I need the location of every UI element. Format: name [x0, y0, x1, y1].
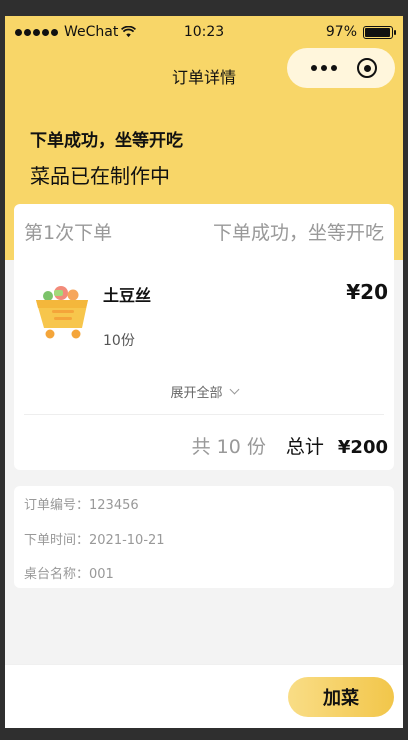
chevron-down-icon [229, 384, 239, 395]
order-card: 第1次下单 下单成功，坐等开吃 土豆丝 10份 ¥20 展开全部 共 10 份 … [14, 204, 394, 470]
total-count: 共 10 份 [191, 436, 266, 458]
order-status-subtitle: 菜品已在制作中 [30, 164, 170, 188]
order-batch-status: 下单成功，坐等开吃 [212, 222, 384, 244]
battery-fill [365, 27, 391, 37]
target-circle-icon[interactable] [357, 58, 377, 78]
dish-quantity: 10份 [103, 333, 135, 349]
mini-program-capsule [287, 48, 395, 88]
order-batch-label: 第1次下单 [24, 222, 113, 244]
total-label: 总计 [285, 436, 324, 458]
battery-percent: 97% [325, 24, 357, 40]
divider [24, 414, 384, 415]
shopping-cart-icon [36, 286, 88, 339]
battery-icon [363, 25, 396, 39]
expand-all-label: 展开全部 [170, 386, 223, 401]
dish-price: ¥20 [346, 280, 388, 304]
total-value: ¥200 [337, 437, 388, 458]
order-card-header: 第1次下单 下单成功，坐等开吃 [24, 218, 384, 248]
dish-name: 土豆丝 [103, 286, 152, 305]
add-dish-button[interactable]: 加菜 [288, 677, 394, 717]
order-number: 订单编号：123456 [24, 498, 139, 513]
table-name: 桌台名称：001 [24, 567, 114, 582]
expand-all-link[interactable]: 展开全部 [14, 382, 394, 401]
bottom-bar: 加菜 [5, 664, 403, 728]
status-bar: WeChat 10:23 97% [5, 16, 403, 48]
status-right: 97% [325, 24, 396, 40]
more-dots-icon[interactable] [311, 65, 337, 71]
order-status-title: 下单成功，坐等开吃 [30, 131, 183, 151]
phone-screen: WeChat 10:23 97% 订单详情 下单成功，坐等开吃 菜品已在制作中 … [5, 16, 403, 728]
order-info-card: 订单编号：123456 下单时间：2021-10-21 桌台名称：001 [14, 486, 394, 588]
order-time: 下单时间：2021-10-21 [24, 533, 165, 548]
order-total-row: 共 10 份 总计 ¥200 [192, 432, 388, 459]
